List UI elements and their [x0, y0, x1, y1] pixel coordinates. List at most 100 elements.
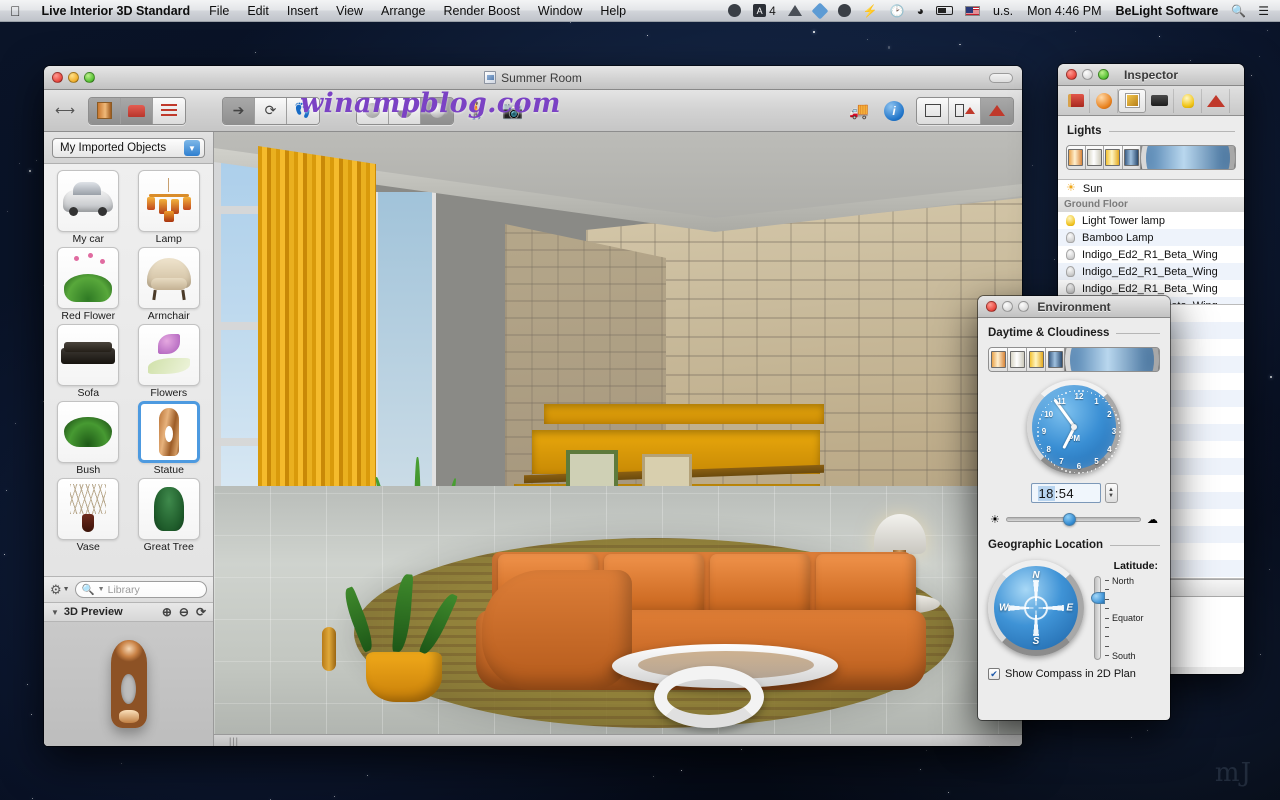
- collection-popup-button[interactable]: My Imported Objects ▼: [52, 138, 205, 158]
- object-grid[interactable]: My car Lamp Red Flower Armchair Sofa Flo…: [44, 164, 213, 576]
- object-item-statue[interactable]: Statue: [131, 401, 208, 476]
- time-input[interactable]: 18:54: [1030, 483, 1101, 503]
- tab-edit[interactable]: [1118, 88, 1146, 113]
- menu-item-file[interactable]: File: [200, 4, 238, 18]
- object-item-sofa[interactable]: Sofa: [50, 324, 127, 399]
- inspector-window-controls[interactable]: [1058, 69, 1109, 80]
- object-item-my-car[interactable]: My car: [50, 170, 127, 245]
- view-mode-segmented-control[interactable]: [88, 96, 186, 125]
- light-preset-buttons[interactable]: [1066, 145, 1236, 170]
- shaded-sphere-icon[interactable]: [389, 97, 421, 124]
- flash-icon[interactable]: ⚡: [857, 4, 884, 18]
- menu-app-title[interactable]: Live Interior 3D Standard: [32, 4, 201, 18]
- moving-truck-icon[interactable]: 🚚: [846, 98, 872, 124]
- object-item-armchair[interactable]: Armchair: [131, 247, 208, 322]
- object-item-great-tree[interactable]: Great Tree: [131, 478, 208, 553]
- solid-sphere-icon[interactable]: [357, 97, 389, 124]
- disclosure-triangle-icon[interactable]: ▼: [51, 608, 59, 617]
- furniture-icon[interactable]: [121, 97, 153, 124]
- info-icon[interactable]: i: [881, 98, 907, 124]
- close-button[interactable]: [1066, 69, 1077, 80]
- walk-person-icon[interactable]: 🚶: [464, 98, 490, 124]
- light-preset-custom-time[interactable]: [1141, 146, 1235, 169]
- bulb-icon[interactable]: [1066, 232, 1075, 243]
- clock-widget[interactable]: PM 12 1 2 3 4 5 6 7 8 9 10 11: [1027, 380, 1121, 474]
- search-icon[interactable]: 🔍: [1225, 4, 1252, 18]
- lights-list[interactable]: ☀ Sun Ground Floor Light Tower lamp Bamb…: [1058, 179, 1244, 305]
- tool-segmented-control[interactable]: ➔ ⟳ 👣: [222, 96, 320, 125]
- daytime-preset-custom-time[interactable]: [1065, 348, 1159, 371]
- object-item-vase[interactable]: Vase: [50, 478, 127, 553]
- tab-camera[interactable]: [1146, 88, 1174, 113]
- list-icon[interactable]: [153, 97, 185, 124]
- gear-icon[interactable]: ⚙ ▼: [50, 582, 70, 598]
- arrows-horizontal-icon[interactable]: ⟷: [52, 98, 78, 124]
- 3d-viewport[interactable]: [214, 132, 1022, 746]
- input-source-flag-icon[interactable]: [959, 5, 986, 16]
- compass-icon[interactable]: N E S W: [988, 560, 1084, 656]
- time-machine-icon[interactable]: 🕑: [884, 4, 911, 18]
- tab-furniture[interactable]: [1062, 88, 1090, 113]
- list-item[interactable]: Indigo_Ed2_R1_Beta_Wing: [1058, 263, 1244, 280]
- preview-header[interactable]: ▼ 3D Preview ⊕ ⊖ ⟳: [44, 602, 213, 622]
- rotate-icon[interactable]: ⟳: [255, 97, 287, 124]
- environment-window[interactable]: Environment Daytime & Cloudiness PM 12 1 2…: [978, 296, 1170, 720]
- plan-and-house-icon[interactable]: [949, 97, 981, 124]
- list-item[interactable]: Indigo_Ed2_R1_Beta_Wing: [1058, 280, 1244, 297]
- list-item[interactable]: Light Tower lamp: [1058, 212, 1244, 229]
- tab-lights[interactable]: [1174, 88, 1202, 113]
- list-item[interactable]: Indigo_Ed2_R1_Beta_Wing: [1058, 246, 1244, 263]
- main-application-window[interactable]: Summer Room ⟷ ➔ ⟳ 👣 🚶 📷 winampblog.com 🚚…: [44, 66, 1022, 746]
- show-compass-row[interactable]: ✔ Show Compass in 2D Plan: [988, 668, 1160, 680]
- adobe-icon[interactable]: A 4: [747, 4, 782, 18]
- main-window-titlebar[interactable]: Summer Room: [44, 66, 1022, 90]
- inspector-tab-bar[interactable]: [1058, 86, 1244, 116]
- wifi-icon[interactable]: ◕: [911, 4, 930, 18]
- toolbar-toggle-button[interactable]: [989, 73, 1013, 83]
- daytime-preset-buttons[interactable]: [988, 347, 1160, 372]
- list-item[interactable]: ☀ Sun: [1058, 180, 1244, 197]
- light-preset-night[interactable]: [1122, 146, 1141, 169]
- menu-item-help[interactable]: Help: [591, 4, 635, 18]
- tab-materials[interactable]: [1090, 88, 1118, 113]
- close-button[interactable]: [986, 301, 997, 312]
- notification-center-icon[interactable]: ☰: [1252, 4, 1275, 18]
- zoom-button[interactable]: [1018, 301, 1029, 312]
- input-source-label[interactable]: u.s.: [986, 4, 1020, 18]
- house-icon[interactable]: [981, 97, 1013, 124]
- render-mode-segmented-control[interactable]: [356, 96, 454, 125]
- menu-item-view[interactable]: View: [327, 4, 372, 18]
- building-icon[interactable]: [89, 97, 121, 124]
- rotate-reset-icon[interactable]: ⟳: [196, 605, 206, 619]
- daytime-preset-night[interactable]: [1046, 348, 1065, 371]
- split-view-icon[interactable]: [917, 97, 949, 124]
- latitude-slider[interactable]: [1091, 576, 1105, 660]
- inspector-titlebar[interactable]: Inspector: [1058, 64, 1244, 86]
- walk-tool-icon[interactable]: 👣: [287, 97, 319, 124]
- preview-pane[interactable]: [44, 622, 213, 746]
- list-item[interactable]: Bamboo Lamp: [1058, 229, 1244, 246]
- light-preset-evening[interactable]: [1104, 146, 1123, 169]
- dropbox-icon[interactable]: [808, 2, 832, 19]
- google-drive-icon[interactable]: [782, 5, 808, 16]
- battery-icon[interactable]: [930, 6, 959, 15]
- pointer-icon[interactable]: ➔: [223, 97, 255, 124]
- zoom-in-icon[interactable]: ⊕: [162, 605, 172, 619]
- object-item-lamp[interactable]: Lamp: [131, 170, 208, 245]
- chevron-down-icon[interactable]: ▼: [184, 140, 200, 156]
- bulb-icon[interactable]: [1066, 249, 1075, 260]
- minimize-button[interactable]: [1082, 69, 1093, 80]
- search-input[interactable]: 🔍 ▼ Library: [74, 581, 207, 598]
- latitude-slider-knob[interactable]: [1091, 591, 1105, 604]
- apple-menu-icon[interactable]: : [0, 4, 32, 18]
- menu-item-render-boost[interactable]: Render Boost: [434, 4, 528, 18]
- light-preset-morning[interactable]: [1067, 146, 1086, 169]
- object-item-red-flower[interactable]: Red Flower: [50, 247, 127, 322]
- daytime-preset-noon[interactable]: [1008, 348, 1027, 371]
- show-compass-checkbox[interactable]: ✔: [988, 668, 1000, 680]
- environment-window-controls[interactable]: [978, 301, 1029, 312]
- bulb-icon[interactable]: [1066, 283, 1075, 294]
- daytime-preset-morning[interactable]: [989, 348, 1008, 371]
- object-item-bush[interactable]: Bush: [50, 401, 127, 476]
- droplet-icon[interactable]: [832, 4, 857, 17]
